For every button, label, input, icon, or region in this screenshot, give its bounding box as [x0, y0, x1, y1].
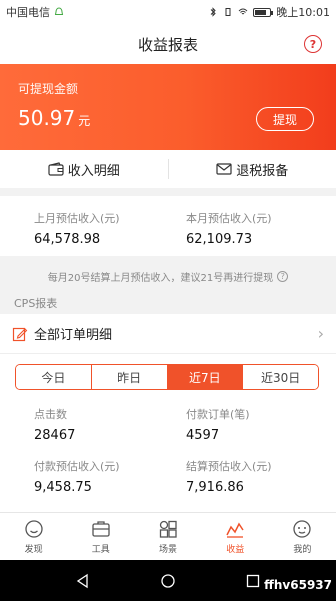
toolbox-icon: [92, 520, 110, 537]
balance-unit: 元: [78, 114, 91, 128]
all-orders-link[interactable]: 全部订单明细 ›: [0, 314, 336, 354]
tab-scenes[interactable]: 场景: [134, 513, 201, 560]
period-selector: 今日 昨日 近7日 近30日: [15, 364, 319, 390]
status-bar: 中国电信 晚上10:01: [0, 0, 336, 24]
balance-amount: 50.97 元: [18, 106, 90, 130]
stat-label: 上月预估收入(元): [34, 212, 120, 225]
section-label: CPS报表: [0, 292, 336, 314]
grid-icon: [159, 520, 177, 538]
metric-label: 点击数: [34, 408, 67, 421]
settled-income-metric: 结算预估收入(元) 7,916.86: [186, 458, 272, 495]
stat-label: 本月预估收入(元): [186, 212, 272, 225]
metric-label: 结算预估收入(元): [186, 460, 272, 473]
nav-bar: 收益报表 ?: [0, 24, 336, 64]
balance-banner: 可提现金额 50.97 元 提现: [0, 64, 336, 150]
mail-icon: [216, 163, 232, 175]
metric-value: 9,458.75: [34, 480, 92, 495]
income-detail-button[interactable]: 收入明细: [0, 150, 168, 188]
notification-icon: [54, 7, 64, 15]
paid-orders-metric: 付款订单(笔) 4597: [186, 406, 250, 443]
tab-earnings[interactable]: 收益: [202, 513, 269, 560]
chart-icon: [226, 522, 244, 538]
help-button[interactable]: ?: [304, 35, 322, 53]
metric-value: 7,916.86: [186, 480, 244, 495]
all-orders-label: 全部订单明细: [34, 328, 113, 343]
battery-icon: [253, 7, 274, 17]
tab-label: 收益: [226, 544, 245, 555]
settlement-notice: 每月20号结算上月预估收入，建议21号再进行提现 ?: [0, 262, 336, 290]
tab-last-7-days[interactable]: 近7日: [167, 365, 244, 389]
tab-discover[interactable]: 发现: [0, 513, 67, 560]
clock: 晚上10:01: [276, 6, 330, 19]
balance-label: 可提现金额: [18, 82, 79, 96]
metric-label: 付款订单(笔): [186, 408, 250, 421]
action-row: 收入明细 退税报备: [0, 150, 336, 188]
notice-text: 每月20号结算上月预估收入，建议21号再进行提现: [47, 272, 274, 284]
clicks-metric: 点击数 28467: [34, 406, 75, 443]
tab-label: 场景: [159, 544, 178, 555]
info-icon[interactable]: ?: [277, 270, 289, 282]
tax-report-label: 退税报备: [236, 163, 289, 179]
watermark: ffhv65937: [264, 578, 332, 592]
bluetooth-icon: [210, 7, 217, 17]
home-icon[interactable]: [160, 573, 176, 589]
chevron-right-icon: ›: [317, 324, 324, 343]
paid-income-metric: 付款预估收入(元) 9,458.75: [34, 458, 120, 495]
income-detail-label: 收入明细: [67, 163, 120, 179]
wifi-icon: [238, 8, 248, 15]
tab-last-30-days[interactable]: 近30日: [243, 365, 318, 389]
cps-report-panel: 今日 昨日 近7日 近30日 点击数 28467 付款订单(笔) 4597 付款…: [0, 354, 336, 512]
vibrate-icon: [225, 8, 231, 16]
withdraw-button[interactable]: 提现: [256, 107, 314, 131]
tab-profile[interactable]: 我的: [269, 513, 336, 560]
balance-value: 50.97: [18, 106, 76, 130]
this-month-income: 本月预估收入(元) 62,109.73: [186, 210, 272, 247]
carrier-label: 中国电信: [6, 6, 50, 19]
stat-value: 64,578.98: [34, 232, 101, 247]
metric-value: 4597: [186, 428, 220, 443]
back-icon[interactable]: [75, 573, 91, 589]
stat-value: 62,109.73: [186, 232, 253, 247]
tab-label: 工具: [91, 544, 110, 555]
last-month-income: 上月预估收入(元) 64,578.98: [34, 210, 120, 247]
help-icon: ?: [309, 37, 317, 51]
wallet-icon: [48, 162, 64, 176]
face-icon: [24, 519, 43, 538]
tax-report-button[interactable]: 退税报备: [169, 150, 336, 188]
income-summary: 上月预估收入(元) 64,578.98 本月预估收入(元) 62,109.73: [0, 196, 336, 256]
edit-icon: [12, 327, 28, 341]
metric-value: 28467: [34, 428, 76, 443]
metric-label: 付款预估收入(元): [34, 460, 120, 473]
tab-label: 我的: [293, 544, 312, 555]
tab-yesterday[interactable]: 昨日: [91, 365, 168, 389]
recents-icon[interactable]: [245, 573, 261, 589]
profile-icon: [293, 519, 312, 538]
tab-label: 发现: [24, 544, 43, 555]
tab-tools[interactable]: 工具: [67, 513, 134, 560]
tab-today[interactable]: 今日: [16, 365, 92, 389]
page-title: 收益报表: [137, 35, 198, 54]
bottom-tab-bar: 发现 工具 场景 收益 我的: [0, 512, 336, 560]
